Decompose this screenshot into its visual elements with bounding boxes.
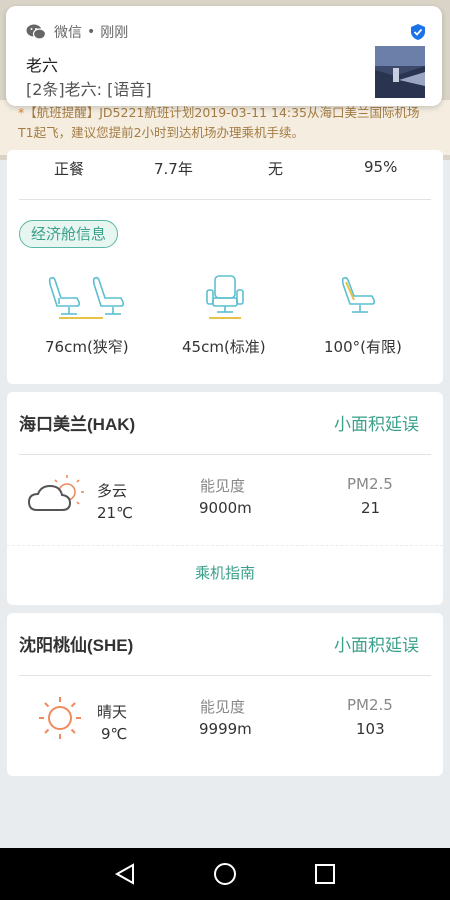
notification-time: 刚刚 — [100, 25, 129, 41]
system-navigation-bar — [0, 848, 450, 900]
arrival-airport-name: 沈阳桃仙(SHE) — [19, 636, 134, 655]
recents-icon[interactable] — [313, 862, 337, 886]
stats-divider — [19, 199, 431, 200]
cabin-info-card: 正餐 7.7年 无 95% 经济舱信息 76cm(狭窄) 45cm(标准) 10… — [7, 150, 443, 384]
notification-app-row: 微信 • 刚刚 — [26, 22, 128, 42]
departure-airport-card: 海口美兰(HAK) 小面积延误 多云 21℃ 能见度 9000m PM2.5 2… — [7, 392, 443, 605]
departure-temperature: 21℃ — [97, 504, 133, 522]
arrival-delay-status[interactable]: 小面积延误 — [334, 631, 419, 656]
seat-width-icon — [206, 275, 244, 319]
notification-sender: 老六 — [26, 56, 59, 75]
wifi-value: 无 — [268, 160, 284, 178]
notification-thumbnail — [375, 46, 425, 98]
meal-value: 正餐 — [54, 160, 85, 178]
arrival-airport-card: 沈阳桃仙(SHE) 小面积延误 晴天 9℃ 能见度 9999m PM2.5 10… — [7, 613, 443, 776]
sunny-icon — [39, 697, 81, 739]
seat-pitch-icon — [48, 276, 125, 319]
flight-stats-row: 正餐 7.7年 无 95% — [7, 158, 443, 184]
seat-width-label: 45cm(标准) — [182, 338, 266, 356]
departure-visibility-value: 9000m — [199, 499, 252, 517]
notification-message: [2条]老六: [语音] — [26, 80, 152, 99]
arrival-pm25-value: 103 — [356, 720, 385, 738]
arrival-visibility-label: 能见度 — [200, 698, 246, 716]
seat-recline-label: 100°(有限) — [324, 338, 402, 356]
departure-pm25-label: PM2.5 — [347, 475, 393, 493]
notification-app-name: 微信 — [54, 25, 82, 41]
arrival-divider — [19, 675, 431, 676]
arrival-pm25-label: PM2.5 — [347, 696, 393, 714]
departure-delay-status[interactable]: 小面积延误 — [334, 410, 419, 435]
ontime-rate-value: 95% — [364, 158, 398, 176]
arrival-temperature: 9℃ — [101, 725, 128, 743]
arrival-weather-desc: 晴天 — [97, 703, 128, 721]
home-icon[interactable] — [213, 862, 237, 886]
notification-separator: • — [87, 24, 96, 40]
seat-recline-icon — [341, 276, 376, 313]
verified-shield-icon — [411, 24, 425, 40]
wechat-icon — [26, 24, 46, 40]
aircraft-age-value: 7.7年 — [154, 160, 193, 178]
boarding-guide-link[interactable]: 乘机指南 — [7, 562, 443, 583]
departure-divider — [19, 454, 431, 455]
partly-cloudy-icon — [27, 475, 84, 511]
reminder-text: 【航班提醒】JD5221航班计划2019-03-11 14:35从海口美兰国际机… — [18, 105, 420, 140]
wechat-notification[interactable]: 微信 • 刚刚 老六 [2条]老六: [语音] — [6, 6, 442, 106]
economy-cabin-tag: 经济舱信息 — [19, 220, 119, 248]
seat-pitch-label: 76cm(狭窄) — [45, 338, 129, 356]
departure-airport-name: 海口美兰(HAK) — [19, 415, 136, 434]
guide-divider — [7, 545, 443, 546]
departure-visibility-label: 能见度 — [200, 477, 246, 495]
arrival-visibility-value: 9999m — [199, 720, 252, 738]
back-icon[interactable] — [113, 862, 137, 886]
flight-reminder-banner[interactable]: *【航班提醒】JD5221航班计划2019-03-11 14:35从海口美兰国际… — [0, 100, 450, 155]
departure-weather-desc: 多云 — [97, 482, 128, 500]
departure-pm25-value: 21 — [361, 499, 381, 517]
